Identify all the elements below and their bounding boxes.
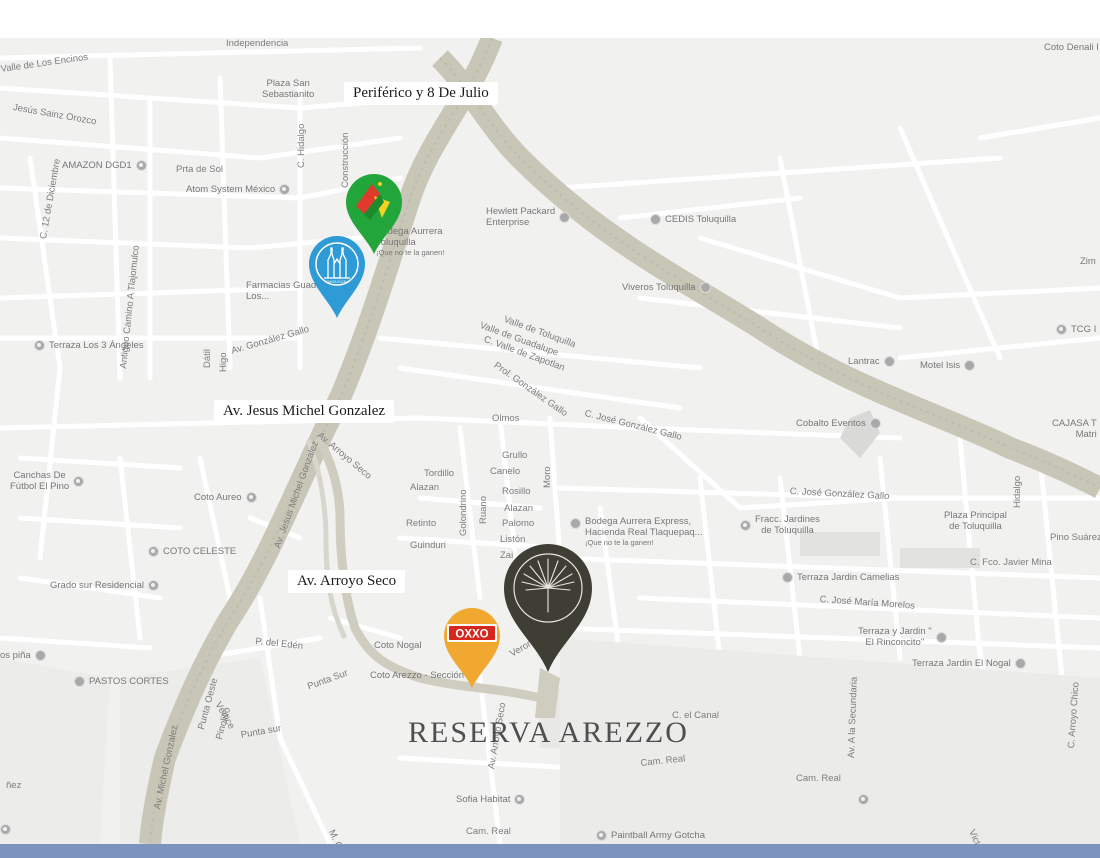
street-label: Moro: [542, 466, 553, 488]
location-dot-icon: [279, 184, 291, 195]
event-icon: [782, 572, 793, 583]
location-dot-icon: [1056, 324, 1067, 335]
poi-cedis-toluquilla[interactable]: CEDIS Toluquilla: [650, 214, 736, 225]
poi-atom-system[interactable]: Atom System México: [186, 184, 291, 195]
page-title: RESERVA AREZZO: [408, 716, 689, 749]
street-label: Grullo: [502, 450, 528, 461]
street-label: Alazan: [504, 503, 534, 514]
poi-zim[interactable]: Zim: [1080, 256, 1096, 267]
oxxo-pin[interactable]: OXXO: [442, 606, 502, 690]
poi-os-pina[interactable]: os piña: [0, 650, 46, 661]
street-label: Retinto: [406, 518, 437, 529]
street-label: Independencia: [226, 38, 289, 49]
shop-icon: [34, 650, 46, 661]
poi-paintball[interactable]: Paintball Army Gotcha: [596, 830, 705, 841]
poi-motel-isis[interactable]: Motel Isis: [920, 360, 976, 371]
road-label-periferico: Periférico y 8 De Julio: [344, 82, 498, 105]
poi-terraza-camelias[interactable]: Terraza Jardin Camelias: [782, 572, 899, 583]
poi-coto-denali[interactable]: Coto Denali I: [1044, 42, 1099, 53]
poi-cajasa[interactable]: CAJASA T Matri: [1052, 418, 1097, 440]
location-dot-icon: [34, 340, 45, 351]
street-label: Higo: [218, 352, 229, 372]
location-dot-icon: [73, 475, 85, 487]
poi-cobalto-eventos[interactable]: Cobalto Eventos: [796, 418, 881, 429]
road-label-arroyo-seco: Av. Arroyo Seco: [288, 570, 406, 593]
location-dot-icon: [858, 794, 869, 805]
poi-plaza-san-sebastianito[interactable]: Plaza San Sebastianito: [262, 78, 314, 100]
poi-fracc-jardines[interactable]: Fracc. Jardines de Toluquilla: [740, 514, 820, 536]
hotel-icon: [964, 360, 976, 371]
poi-terraza-el-nogal[interactable]: Terraza Jardin El Nogal: [912, 658, 1026, 669]
poi-tcg[interactable]: TCG I: [1056, 324, 1096, 335]
shop-icon: [699, 282, 711, 293]
bottom-bar: [0, 844, 1100, 858]
location-dot-icon: [148, 546, 159, 557]
poi-viveros[interactable]: Viveros Toluquilla: [622, 282, 711, 293]
svg-text:OXXO: OXXO: [455, 629, 488, 641]
map-canvas[interactable]: Independencia Valle de Los Encinos Jesús…: [0, 38, 1100, 844]
shop-icon: [883, 356, 895, 367]
location-dot-icon: [740, 519, 751, 531]
poi-plaza-principal[interactable]: Plaza Principal de Toluquilla: [944, 510, 1007, 532]
poi-edge-dot[interactable]: [858, 794, 869, 805]
street-label: Dátil: [202, 348, 213, 368]
star-icon: [74, 676, 85, 687]
poi-grado-sur[interactable]: Grado sur Residencial: [50, 580, 159, 591]
street-label: Prta de Sol: [176, 164, 223, 175]
location-dot-icon: [596, 830, 607, 841]
poi-terraza-rinconcito[interactable]: Terraza y Jardin " El Rinconcito": [858, 626, 947, 648]
poi-coto-aureo[interactable]: Coto Aureo: [194, 492, 257, 503]
event-icon: [935, 631, 947, 643]
street-label: C. Fco. Javier Mina: [970, 557, 1052, 568]
street-label: Tordillo: [424, 468, 455, 479]
location-dot-icon: [0, 824, 11, 835]
poi-amazon[interactable]: AMAZON DGD1: [62, 160, 147, 171]
location-dot-icon: [148, 580, 159, 591]
street-label: Olmos: [492, 413, 520, 424]
street-label: ñez: [6, 780, 22, 791]
poi-coto-celeste[interactable]: COTO CELESTE: [148, 546, 236, 557]
street-label: C. Hidalgo: [296, 123, 307, 168]
poi-lantrac[interactable]: Lantrac: [848, 356, 895, 367]
location-dot-icon: [650, 214, 661, 225]
street-label: Golondrino: [458, 489, 469, 536]
street-label: Cam. Real: [466, 826, 511, 837]
street-label: Alazan: [410, 482, 440, 493]
location-dot-icon: [514, 794, 526, 805]
location-dot-icon: [245, 492, 257, 503]
poi-hewlett-packard[interactable]: Hewlett Packard Enterprise: [486, 206, 571, 228]
church-pin-label: SANTA ELENA: [326, 280, 350, 284]
poi-canchas-el-pino[interactable]: Canchas De Fútbol El Pino: [10, 470, 85, 492]
event-icon: [869, 418, 881, 429]
reserva-arezzo-pin[interactable]: [502, 542, 594, 674]
poi-pastos-cortes[interactable]: PASTOS CORTES: [74, 676, 169, 687]
church-pin[interactable]: SANTA ELENA: [306, 234, 368, 320]
poi-sofia-habitat[interactable]: Sofia Habitat: [456, 794, 526, 805]
poi-edge-dot-left[interactable]: [0, 824, 11, 835]
event-icon: [1014, 658, 1026, 669]
gear-icon: [559, 211, 571, 223]
street-label: Ruano: [478, 496, 489, 524]
road-label-jesus-michel: Av. Jesus Michel Gonzalez: [214, 400, 395, 423]
location-dot-icon: [135, 160, 147, 171]
shopping-cart-icon: [570, 518, 581, 529]
street-label: Cam. Real: [796, 773, 841, 784]
street-label: Pino Suárez: [1050, 532, 1100, 543]
poi-terraza-3-angeles[interactable]: Terraza Los 3 Ángeles: [34, 340, 144, 351]
oxxo-logo-icon: OXXO: [447, 624, 497, 642]
street-label: Hidalgo: [1012, 475, 1023, 508]
street-label: Guinduri: [410, 540, 446, 551]
street-label: Rosillo: [502, 486, 531, 497]
street-label: Palomo: [502, 518, 535, 529]
poi-coto-nogal[interactable]: Coto Nogal: [374, 640, 422, 651]
street-label: Canelo: [490, 466, 521, 477]
